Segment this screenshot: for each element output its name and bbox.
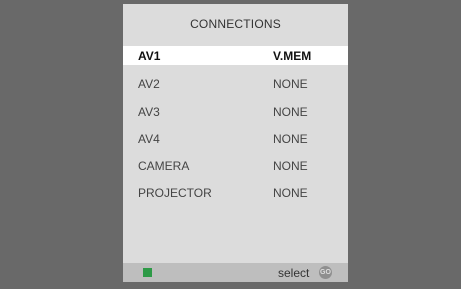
menu-item-value: V.MEM [273,49,312,63]
menu-item-label: AV4 [138,132,160,146]
menu-item-label: PROJECTOR [138,186,212,200]
menu-item-label: AV2 [138,77,160,91]
menu-item-projector[interactable]: PROJECTOR NONE [123,183,348,202]
menu-item-value: NONE [273,186,308,200]
menu-item-value: NONE [273,159,308,173]
menu-item-value: NONE [273,132,308,146]
menu-item-av4[interactable]: AV4 NONE [123,129,348,148]
menu-item-label: AV3 [138,105,160,119]
menu-item-value: NONE [273,105,308,119]
menu-item-label: AV1 [138,49,161,63]
go-button-icon[interactable]: GO [319,266,332,279]
connections-menu: CONNECTIONS AV1 V.MEM AV2 NONE AV3 NONE … [123,4,348,282]
menu-item-av2[interactable]: AV2 NONE [123,74,348,93]
menu-item-camera[interactable]: CAMERA NONE [123,156,348,175]
menu-item-av1[interactable]: AV1 V.MEM [123,46,348,65]
menu-item-value: NONE [273,77,308,91]
select-label: select [278,266,310,280]
menu-title: CONNECTIONS [190,17,281,31]
menu-item-label: CAMERA [138,159,190,173]
menu-item-av3[interactable]: AV3 NONE [123,102,348,121]
green-button-icon[interactable] [143,268,152,277]
menu-footer: select GO [123,263,348,282]
